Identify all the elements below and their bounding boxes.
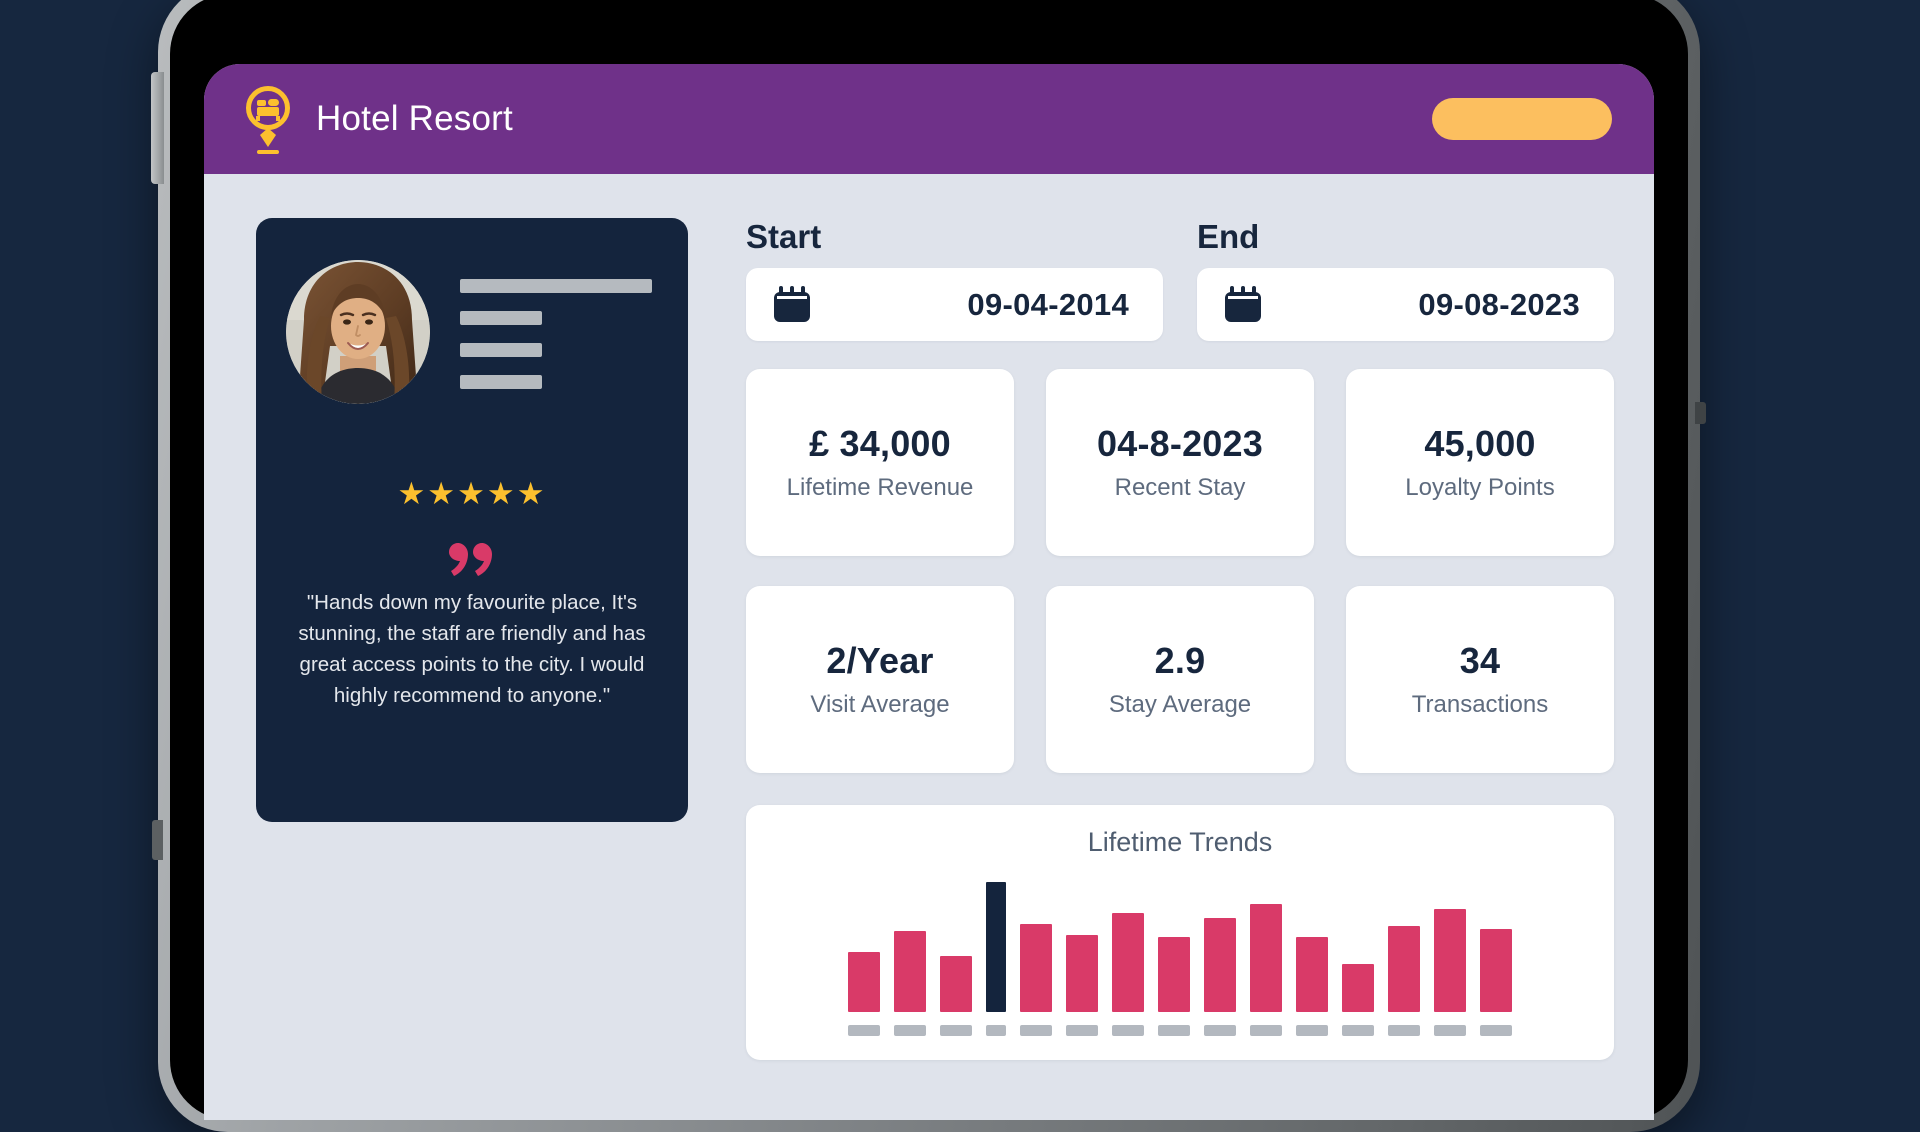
chart-tick-placeholder: [1158, 1025, 1190, 1036]
testimonial-text: "Hands down my favourite place, It's stu…: [298, 591, 646, 708]
brand: Hotel Resort: [242, 83, 513, 155]
skeleton-line: [460, 343, 542, 357]
stat-card: 45,000 Loyalty Points: [1346, 369, 1614, 556]
stat-card: 2.9 Stay Average: [1046, 586, 1314, 773]
skeleton-line: [460, 375, 542, 389]
start-date-label: Start: [746, 218, 822, 255]
chart-bar[interactable]: [1388, 926, 1420, 1012]
star-icon: ★: [516, 476, 547, 511]
chart-bar[interactable]: [848, 952, 880, 1012]
app-title: Hotel Resort: [316, 99, 513, 138]
chart-bar[interactable]: [1066, 935, 1098, 1012]
chart-bar[interactable]: [1250, 904, 1282, 1012]
stat-label: Lifetime Revenue: [786, 474, 974, 501]
device-bezel: Hotel Resort ★★★★★ "Hands down my favour…: [170, 0, 1688, 1120]
chart-bars: [746, 882, 1614, 1012]
calendar-icon: [774, 285, 810, 322]
stat-value: 2/Year: [826, 640, 934, 681]
stat-label: Recent Stay: [1114, 474, 1246, 501]
rating-stars: ★★★★★: [286, 478, 658, 509]
right-side-antenna-band: [1695, 402, 1706, 424]
chart-tick-placeholder: [986, 1025, 1006, 1036]
chart-title: Lifetime Trends: [1087, 827, 1273, 857]
app-screen: Hotel Resort ★★★★★ "Hands down my favour…: [204, 64, 1654, 1120]
power-button[interactable]: [151, 72, 164, 184]
chart-bar[interactable]: [1112, 913, 1144, 1012]
end-date-value: 09-08-2023: [1418, 286, 1580, 322]
calendar-icon: [1225, 285, 1261, 322]
app-header: Hotel Resort: [204, 64, 1654, 174]
stat-value: 04-8-2023: [1097, 423, 1263, 464]
chart-tick-placeholder: [1388, 1025, 1420, 1036]
start-date-group: Start 09-04-2014: [746, 218, 1163, 341]
stat-card: 2/Year Visit Average: [746, 586, 1014, 773]
chart-tick-placeholder: [894, 1025, 926, 1036]
left-side-antenna-band: [152, 820, 163, 860]
profile-header: [286, 260, 658, 404]
end-date-field[interactable]: 09-08-2023: [1197, 268, 1614, 341]
chart-tick-placeholder: [1480, 1025, 1512, 1036]
start-date-value: 09-04-2014: [967, 286, 1129, 322]
star-icon: ★: [397, 476, 428, 511]
avatar: [286, 260, 430, 404]
start-date-field[interactable]: 09-04-2014: [746, 268, 1163, 341]
chart-tick-placeholder: [1112, 1025, 1144, 1036]
stat-value: £ 34,000: [809, 423, 951, 464]
chart-bar[interactable]: [894, 931, 926, 1012]
location-pin-bed-icon: [246, 86, 290, 154]
chart-bar[interactable]: [1296, 936, 1328, 1012]
chart-tick-placeholder: [1434, 1025, 1466, 1036]
chart-bar[interactable]: [1204, 918, 1236, 1012]
chart-tick-placeholder: [1020, 1025, 1052, 1036]
chart-bar[interactable]: [1342, 963, 1374, 1012]
stat-label: Stay Average: [1108, 691, 1252, 718]
chart-bar[interactable]: [1434, 909, 1466, 1012]
chart-tick-placeholder: [1342, 1025, 1374, 1036]
user-avatar-photo: [286, 260, 430, 404]
lifetime-trends-card: Lifetime Trends: [746, 805, 1614, 1060]
tablet-device-frame: Hotel Resort ★★★★★ "Hands down my favour…: [151, 0, 1706, 1132]
stat-value: 34: [1459, 640, 1501, 681]
chart-tick-placeholder: [1296, 1025, 1328, 1036]
star-icon: ★: [427, 476, 458, 511]
stat-label: Transactions: [1411, 691, 1549, 718]
end-date-label: End: [1197, 218, 1260, 255]
app-body: ★★★★★ "Hands down my favourite place, It…: [204, 174, 1654, 1120]
skeleton-line: [460, 311, 542, 325]
stat-value: 2.9: [1154, 640, 1206, 681]
stat-value: 45,000: [1424, 423, 1536, 464]
stat-card: 34 Transactions: [1346, 586, 1614, 773]
end-date-group: End 09-08-2023: [1197, 218, 1614, 341]
date-range-row: Start 09-04-2014 End 09-08-2023: [746, 218, 1614, 341]
chart-bar-highlighted[interactable]: [986, 882, 1006, 1012]
chart-tick-placeholder: [940, 1025, 972, 1036]
stat-card: 04-8-2023 Recent Stay: [1046, 369, 1314, 556]
profile-card: ★★★★★ "Hands down my favourite place, It…: [256, 218, 688, 822]
right-column: Start 09-04-2014 End 09-08-2023 £ 34,000…: [688, 218, 1614, 1120]
stat-label: Visit Average: [810, 691, 950, 718]
stat-card: £ 34,000 Lifetime Revenue: [746, 369, 1014, 556]
chart-bar[interactable]: [1020, 923, 1052, 1012]
chart-tick-placeholder: [848, 1025, 880, 1036]
profile-skeleton-lines: [460, 275, 652, 389]
stat-label: Loyalty Points: [1405, 474, 1555, 501]
stats-grid: £ 34,000 Lifetime Revenue 04-8-2023 Recent …: [746, 369, 1614, 773]
header-action-button[interactable]: [1432, 98, 1612, 140]
skeleton-line: [460, 279, 652, 293]
chart-tick-placeholder: [1066, 1025, 1098, 1036]
chart-tick-placeholders: [746, 1025, 1614, 1036]
star-icon: ★: [486, 476, 517, 511]
quotation-mark-icon: [286, 543, 658, 577]
chart-bar[interactable]: [1480, 928, 1512, 1012]
chart-tick-placeholder: [1250, 1025, 1282, 1036]
star-icon: ★: [457, 476, 487, 511]
chart-bar[interactable]: [940, 956, 972, 1012]
chart-bar[interactable]: [1158, 936, 1190, 1012]
chart-tick-placeholder: [1204, 1025, 1236, 1036]
